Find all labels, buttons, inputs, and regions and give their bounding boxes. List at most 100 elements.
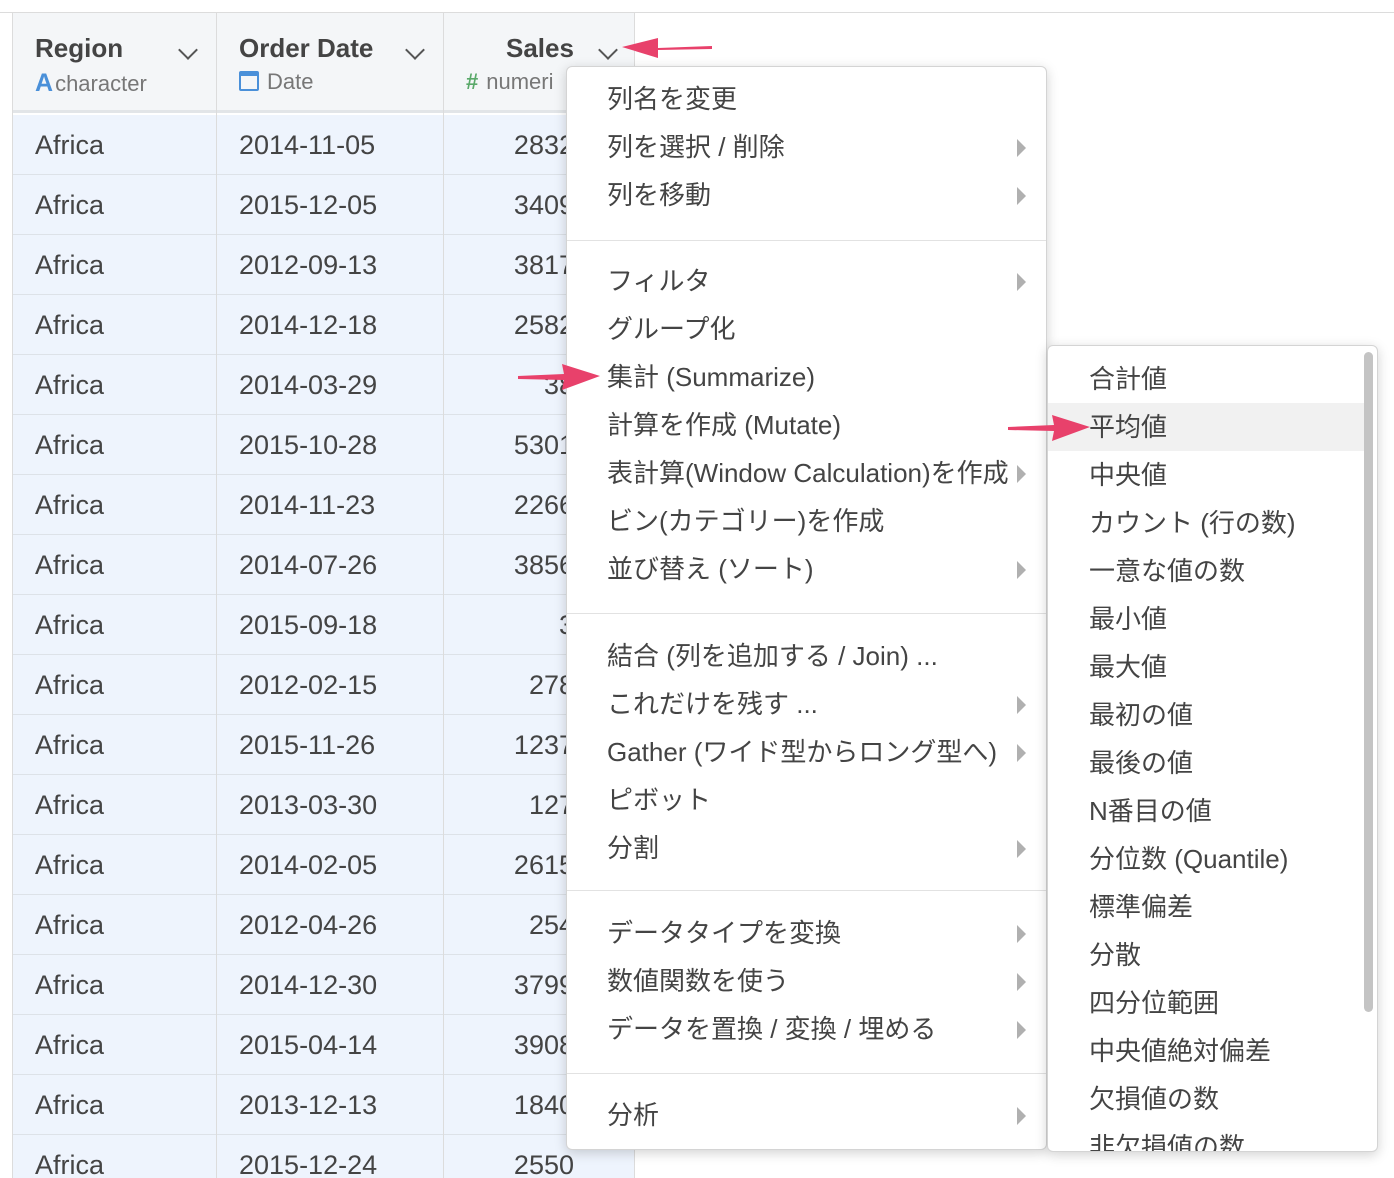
menu-item[interactable]: Gather (ワイド型からロング型へ): [567, 728, 1046, 776]
submenu-item[interactable]: 中央値絶対偏差: [1048, 1027, 1364, 1075]
menu-item[interactable]: ピボット: [567, 776, 1046, 824]
table-cell[interactable]: 2014-12-18: [217, 295, 443, 355]
table-cell[interactable]: Africa: [13, 1135, 216, 1178]
table-cell[interactable]: Africa: [13, 175, 216, 235]
menu-item[interactable]: 列を選択 / 削除: [567, 123, 1046, 171]
submenu-arrow-icon: [1017, 1107, 1026, 1125]
chevron-down-icon[interactable]: [178, 40, 198, 60]
column-header-region[interactable]: Region Acharacter: [13, 13, 216, 113]
cell-value: 2014-07-26: [239, 550, 378, 580]
table-cell[interactable]: 2015-12-05: [217, 175, 443, 235]
submenu-item[interactable]: カウント (行の数): [1048, 499, 1364, 547]
column-order-date: Order Date Date 2014-11-05 2015-12-05 2012…: [216, 13, 443, 1178]
submenu-item[interactable]: 最後の値: [1048, 739, 1364, 787]
submenu-item[interactable]: 非欠損値の数: [1048, 1123, 1364, 1151]
cell-value: 2012-04-26: [239, 910, 378, 940]
table-cell[interactable]: 2015-09-18: [217, 595, 443, 655]
table-cell[interactable]: Africa: [13, 535, 216, 595]
table-cell[interactable]: 2015-11-26: [217, 715, 443, 775]
table-cell[interactable]: Africa: [13, 715, 216, 775]
menu-item[interactable]: 計算を作成 (Mutate): [567, 401, 1046, 449]
table-cell[interactable]: Africa: [13, 235, 216, 295]
submenu-item[interactable]: 最大値: [1048, 643, 1364, 691]
menu-item[interactable]: 数値関数を使う: [567, 957, 1046, 1005]
menu-item[interactable]: 結合 (列を追加する / Join) ...: [567, 632, 1046, 680]
table-cell[interactable]: 2014-11-23: [217, 475, 443, 535]
submenu-item[interactable]: 平均値: [1048, 403, 1364, 451]
menu-item[interactable]: 並び替え (ソート): [567, 545, 1046, 593]
table-cell[interactable]: Africa: [13, 1015, 216, 1075]
submenu-item[interactable]: N番目の値: [1048, 787, 1364, 835]
table-cell[interactable]: 2013-03-30: [217, 775, 443, 835]
table-cell[interactable]: 2012-04-26: [217, 895, 443, 955]
submenu-item[interactable]: 欠損値の数: [1048, 1075, 1364, 1123]
table-cell[interactable]: Africa: [13, 115, 216, 175]
table-cell[interactable]: Africa: [13, 835, 216, 895]
column-header-order-date[interactable]: Order Date Date: [217, 13, 443, 113]
menu-item[interactable]: 分割: [567, 824, 1046, 872]
menu-item[interactable]: フィルタ: [567, 257, 1046, 305]
submenu-item[interactable]: 中央値: [1048, 451, 1364, 499]
table-cell[interactable]: Africa: [13, 775, 216, 835]
submenu-item[interactable]: 最初の値: [1048, 691, 1364, 739]
chevron-down-icon[interactable]: [598, 40, 618, 60]
menu-item[interactable]: 表計算(Window Calculation)を作成: [567, 449, 1046, 497]
submenu-item-label: 合計値: [1089, 364, 1168, 394]
menu-item[interactable]: これだけを残す ...: [567, 680, 1046, 728]
table-cell[interactable]: 2014-12-30: [217, 955, 443, 1015]
table-cell[interactable]: Africa: [13, 475, 216, 535]
menu-item[interactable]: グループ化: [567, 305, 1046, 353]
menu-item[interactable]: 分析: [567, 1091, 1046, 1139]
submenu-arrow-icon: [1017, 973, 1026, 991]
table-cell[interactable]: 2012-02-15: [217, 655, 443, 715]
table-cell[interactable]: Africa: [13, 655, 216, 715]
table-cell[interactable]: Africa: [13, 295, 216, 355]
menu-item-label: 数値関数を使う: [607, 966, 790, 996]
submenu-item[interactable]: 四分位範囲: [1048, 979, 1364, 1027]
table-cell[interactable]: 2015-10-28: [217, 415, 443, 475]
cell-value: 2015-12-05: [239, 190, 378, 220]
submenu-scrollbar[interactable]: [1364, 352, 1373, 1147]
table-cell[interactable]: Africa: [13, 595, 216, 655]
table-cell[interactable]: 2014-02-05: [217, 835, 443, 895]
submenu-item[interactable]: 分位数 (Quantile): [1048, 835, 1364, 883]
menu-separator: [567, 240, 1046, 241]
menu-item[interactable]: 列名を変更: [567, 75, 1046, 123]
annotation-arrow-icon: [518, 364, 600, 390]
column-name: Sales: [506, 33, 574, 63]
submenu-item[interactable]: 標準偏差: [1048, 883, 1364, 931]
submenu-scroll-thumb[interactable]: [1364, 352, 1373, 1012]
submenu-item[interactable]: 最小値: [1048, 595, 1364, 643]
table-cell[interactable]: Africa: [13, 1075, 216, 1135]
menu-item-label: グループ化: [607, 314, 736, 344]
menu-item[interactable]: 列を移動: [567, 171, 1046, 219]
table-cell[interactable]: Africa: [13, 955, 216, 1015]
chevron-down-icon[interactable]: [405, 40, 425, 60]
submenu-item-label: カウント (行の数): [1089, 508, 1296, 538]
cell-value: 2015-10-28: [239, 430, 378, 460]
submenu-item[interactable]: 合計値: [1048, 355, 1364, 403]
column-type: Acharacter: [35, 69, 147, 98]
table-cell[interactable]: 2015-04-14: [217, 1015, 443, 1075]
table-cell[interactable]: 2013-12-13: [217, 1075, 443, 1135]
table-cell[interactable]: 2014-11-05: [217, 115, 443, 175]
cell-value: 2582: [513, 310, 574, 340]
menu-item[interactable]: データタイプを変換: [567, 909, 1046, 957]
table-cell[interactable]: 2012-09-13: [217, 235, 443, 295]
table-cell[interactable]: Africa: [13, 895, 216, 955]
column-type: Date: [239, 69, 313, 95]
cell-value: Africa: [35, 1090, 105, 1120]
menu-item[interactable]: 集計 (Summarize): [567, 353, 1046, 401]
menu-item[interactable]: ビン(カテゴリー)を作成: [567, 497, 1046, 545]
menu-item[interactable]: データを置換 / 変換 / 埋める: [567, 1005, 1046, 1053]
table-cell[interactable]: Africa: [13, 415, 216, 475]
submenu-arrow-icon: [1017, 840, 1026, 858]
submenu-item[interactable]: 一意な値の数: [1048, 547, 1364, 595]
table-cell[interactable]: 2014-03-29: [217, 355, 443, 415]
table-cell[interactable]: Africa: [13, 355, 216, 415]
submenu-item[interactable]: 分散: [1048, 931, 1364, 979]
menu-item-label: 並び替え (ソート): [607, 554, 814, 584]
submenu-item-label: 欠損値の数: [1089, 1084, 1220, 1114]
table-cell[interactable]: 2014-07-26: [217, 535, 443, 595]
table-cell[interactable]: 2015-12-24: [217, 1135, 443, 1178]
